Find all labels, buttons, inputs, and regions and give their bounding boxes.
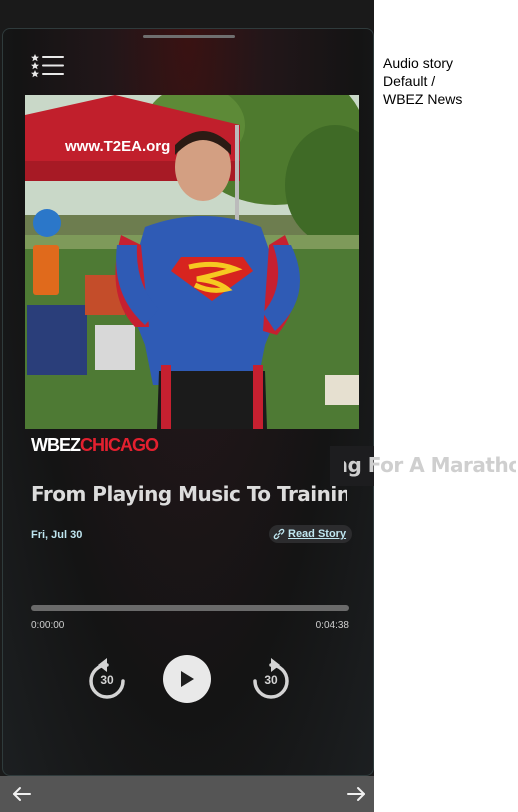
arrow-left-icon[interactable]	[12, 784, 32, 804]
drag-handle[interactable]	[143, 35, 235, 38]
side-label-line-2: Default /	[383, 73, 436, 89]
audio-player-card: www.T2EA.org WBEZCHICAGO From Playing Mu…	[2, 28, 374, 776]
story-variant-label: Audio story Default / WBEZ News	[383, 54, 513, 108]
time-total: 0:04:38	[315, 620, 349, 631]
forward-30-button[interactable]: 30	[251, 657, 291, 701]
story-title-overflow: From Playing Music To Training For A Mar…	[344, 450, 516, 482]
tent-sign-text: www.T2EA.org	[64, 138, 170, 155]
side-label-line-1: Audio story	[383, 55, 454, 71]
story-date: Fri, Jul 30	[31, 529, 83, 541]
story-title-container: From Playing Music To Training For A Mar…	[31, 479, 347, 511]
menu-list-icon[interactable]	[30, 51, 66, 81]
wbez-chicago-logo: WBEZCHICAGO	[31, 434, 159, 456]
rewind-seconds: 30	[100, 673, 114, 687]
read-story-link[interactable]: Read Story	[269, 525, 353, 543]
read-story-label: Read Story	[288, 528, 347, 540]
story-artwork: www.T2EA.org	[25, 95, 359, 429]
arrow-right-icon[interactable]	[346, 784, 366, 804]
logo-primary: WBEZ	[31, 435, 81, 455]
progress-bar[interactable]	[31, 605, 349, 611]
story-title: From Playing Music To Training For A Mar…	[31, 482, 347, 506]
play-icon	[181, 671, 194, 687]
story-title-overflow-text: From Playing Music To Training For A Mar…	[344, 453, 516, 477]
rewind-30-button[interactable]: 30	[87, 657, 127, 701]
time-elapsed: 0:00:00	[31, 620, 65, 631]
play-button[interactable]	[163, 655, 211, 703]
logo-secondary: CHICAGO	[80, 435, 159, 455]
link-icon	[273, 528, 285, 540]
forward-seconds: 30	[264, 673, 278, 687]
stage: www.T2EA.org WBEZCHICAGO From Playing Mu…	[0, 0, 518, 812]
bottom-nav-bar	[0, 776, 374, 812]
side-label-line-3: WBEZ News	[383, 91, 463, 107]
